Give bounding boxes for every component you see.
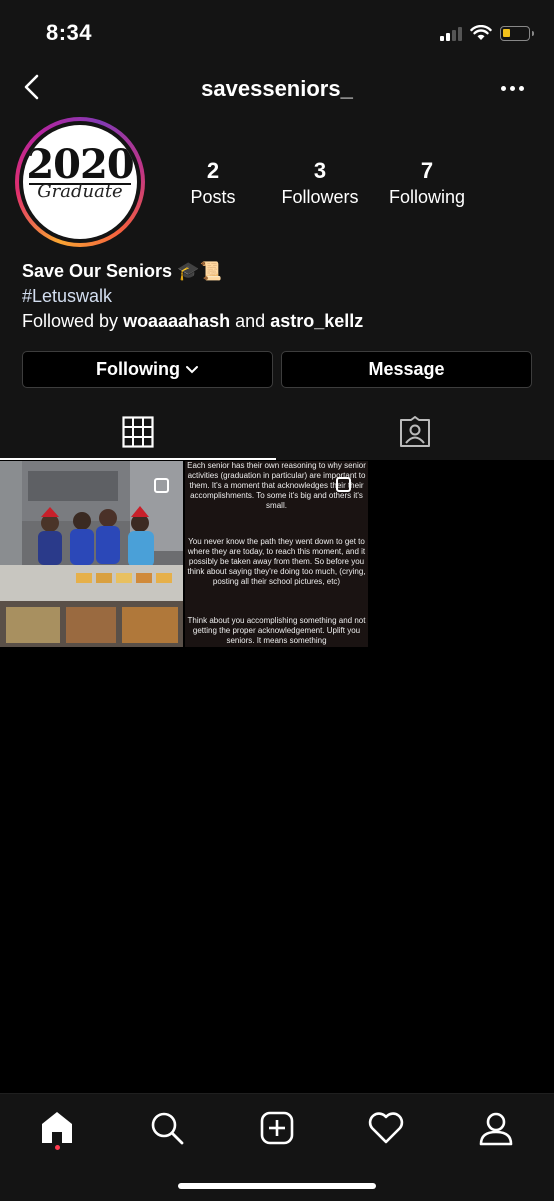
profile-username: savesseniors_ [201,76,353,101]
heart-icon [368,1112,404,1144]
bio-emoji: 🎓📜 [177,261,222,281]
status-indicators [440,22,534,44]
posts-count[interactable]: 2 Posts [182,158,244,208]
home-indicator[interactable] [178,1183,376,1189]
followed-by-user-link[interactable]: astro_kellz [270,311,363,331]
tagged-icon [400,416,430,447]
more-options-button[interactable] [501,86,524,91]
home-icon [42,1112,72,1143]
profile-icon [479,1112,513,1146]
status-time: 8:34 [46,20,93,45]
followed-by-text: Followed by woaaaahash and astro_kellz [22,311,363,332]
multiple-images-icon [336,477,351,492]
nav-activity[interactable] [366,1108,406,1148]
followers-number: 3 [313,158,327,183]
avatar-subtitle-text: Graduate [37,181,123,202]
grid-icon [122,416,154,448]
wifi-icon [470,25,492,40]
search-icon [151,1112,184,1145]
bio-hashtag[interactable]: #Letuswalk [22,286,112,307]
posts-label: Posts [190,187,236,207]
nav-search[interactable] [147,1108,187,1148]
followed-by-prefix: Followed by [22,311,119,331]
notification-dot [55,1145,60,1150]
story-ring[interactable]: 2020 Graduate [15,117,145,247]
avatar: 2020 Graduate [23,125,137,239]
chevron-down-icon [185,365,198,373]
more-dots-icon [501,86,506,91]
nav-home[interactable] [37,1108,77,1148]
post-text-paragraph: Think about you accomplishing something … [187,616,366,645]
add-post-icon [260,1111,294,1145]
post-thumbnail[interactable]: Each senior has their own reasoning to w… [185,461,368,647]
battery-icon [500,25,534,41]
active-tab-indicator [0,458,276,460]
following-number: 7 [420,158,434,183]
followed-by-user-link[interactable]: woaaaahash [123,311,230,331]
post-thumbnail[interactable] [0,461,183,647]
multiple-images-icon [154,478,169,493]
following-label: Following [388,187,466,207]
following-count[interactable]: 7 Following [380,158,474,208]
post-text-paragraph: You never know the path they went down t… [187,537,366,586]
following-button[interactable]: Following [22,351,273,388]
bio-name: Save Our Seniors 🎓📜 [22,261,222,282]
bio-name-text: Save Our Seniors [22,261,173,281]
cellular-signal-icon [440,25,462,41]
message-button-label: Message [368,359,445,379]
tab-tagged[interactable] [277,410,554,458]
followers-label: Followers [281,187,359,207]
nav-add-post[interactable] [257,1108,297,1148]
tab-grid[interactable] [0,410,276,458]
followers-count[interactable]: 3 Followers [272,158,368,208]
posts-number: 2 [206,158,220,183]
following-button-label: Following [96,359,180,379]
nav-profile[interactable] [476,1108,516,1148]
followed-by-and: and [235,311,266,331]
message-button[interactable]: Message [281,351,532,388]
